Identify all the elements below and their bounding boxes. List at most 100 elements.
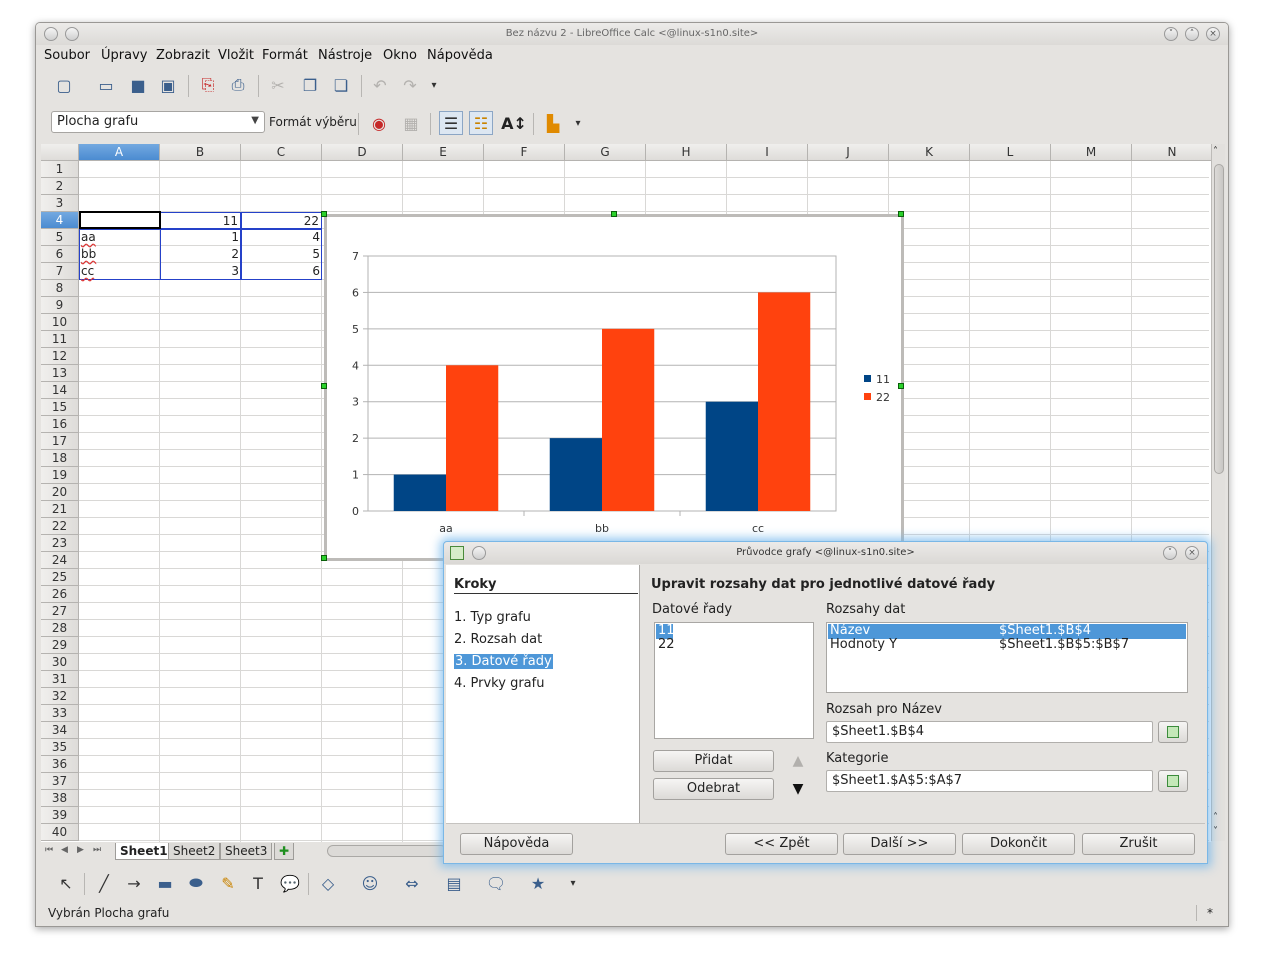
symbol-shapes-icon[interactable]: ☺ <box>358 871 382 895</box>
title-bar[interactable]: Bez názvu 2 - LibreOffice Calc <@linux-s… <box>36 23 1228 45</box>
menu-format[interactable]: Formát <box>262 48 308 63</box>
row-header-17[interactable]: 17 <box>41 433 79 450</box>
row-header-33[interactable]: 33 <box>41 705 79 722</box>
row-header-16[interactable]: 16 <box>41 416 79 433</box>
auto-layout-icon[interactable]: ▙ <box>541 111 565 135</box>
menu-zobrazit[interactable]: Zobrazit <box>156 48 210 63</box>
row-header-27[interactable]: 27 <box>41 603 79 620</box>
cut-icon[interactable]: ✂ <box>266 73 290 97</box>
row-header-3[interactable]: 3 <box>41 195 79 212</box>
block-arrows-icon[interactable]: ⇔ <box>400 871 424 895</box>
column-header-b[interactable]: B <box>160 144 241 161</box>
basic-shapes-icon[interactable]: ◇ <box>316 871 340 895</box>
cell-a5[interactable]: aa <box>79 229 160 246</box>
tab-sheet1[interactable]: Sheet1 <box>115 843 173 860</box>
format-selection-button[interactable]: Formát výběru <box>269 115 357 129</box>
resize-handle-r[interactable] <box>898 383 904 389</box>
row-header-2[interactable]: 2 <box>41 178 79 195</box>
data-series-list[interactable]: 11 22 <box>654 622 814 739</box>
menu-soubor[interactable]: Soubor <box>44 48 90 63</box>
step-chart-elements[interactable]: 4. Prvky grafu <box>454 676 544 691</box>
column-header-e[interactable]: E <box>403 144 484 161</box>
text-icon[interactable]: T <box>246 871 270 895</box>
horizontal-scrollbar[interactable] <box>327 845 447 857</box>
new-document-icon[interactable]: ▢ <box>52 73 76 97</box>
row-header-10[interactable]: 10 <box>41 314 79 331</box>
save-icon[interactable]: ■ <box>126 73 150 97</box>
row-header-21[interactable]: 21 <box>41 501 79 518</box>
resize-handle-bl[interactable] <box>321 555 327 561</box>
cell-a6[interactable]: bb <box>79 246 160 263</box>
stars-icon[interactable]: ★ <box>526 871 550 895</box>
row-header-35[interactable]: 35 <box>41 739 79 756</box>
close-icon[interactable]: × <box>1206 27 1220 41</box>
data-ranges-list[interactable]: Název $Sheet1.$B$4 Hodnoty Y $Sheet1.$B$… <box>826 622 1188 693</box>
resize-handle-tr[interactable] <box>898 211 904 217</box>
row-header-12[interactable]: 12 <box>41 348 79 365</box>
remove-series-button[interactable]: Odebrat <box>653 778 774 800</box>
scale-text-icon[interactable]: A↕ <box>501 111 527 135</box>
column-header-m[interactable]: M <box>1051 144 1132 161</box>
toolbar-overflow-icon-3[interactable]: ▾ <box>568 871 578 895</box>
column-header-l[interactable]: L <box>970 144 1051 161</box>
row-header-29[interactable]: 29 <box>41 637 79 654</box>
row-header-23[interactable]: 23 <box>41 535 79 552</box>
move-down-icon[interactable]: ▼ <box>784 778 812 800</box>
categories-range-input[interactable]: $Sheet1.$A$5:$A$7 <box>826 770 1153 792</box>
prev-sheet-icon[interactable]: ◀ <box>61 845 68 855</box>
series-item-22[interactable]: 22 <box>656 638 812 653</box>
cell-b7[interactable]: 3 <box>160 263 241 280</box>
chart-type-icon[interactable]: ◉ <box>367 111 391 135</box>
cell-a7[interactable]: cc <box>79 263 160 280</box>
menu-vlozit[interactable]: Vložit <box>218 48 254 63</box>
object-select-combo[interactable]: Plocha grafu ▼ <box>51 111 265 133</box>
resize-handle-l[interactable] <box>321 383 327 389</box>
row-header-5[interactable]: 5 <box>41 229 79 246</box>
maximize-icon[interactable]: ˄ <box>1185 27 1199 41</box>
finish-button[interactable]: Dokončit <box>962 833 1075 855</box>
chart-object[interactable]: 0 1 2 3 4 5 6 7 aa bb cc 11 22 <box>324 214 904 561</box>
row-header-24[interactable]: 24 <box>41 552 79 569</box>
menu-okno[interactable]: Okno <box>383 48 417 63</box>
select-pointer-icon[interactable]: ↖ <box>54 871 78 895</box>
select-name-range-button[interactable] <box>1158 721 1188 743</box>
add-sheet-icon[interactable]: ✚ <box>274 843 295 860</box>
column-header-d[interactable]: D <box>322 144 403 161</box>
row-header-36[interactable]: 36 <box>41 756 79 773</box>
line-icon[interactable]: ╱ <box>92 871 116 895</box>
cell-c7[interactable]: 6 <box>241 263 322 280</box>
row-header-20[interactable]: 20 <box>41 484 79 501</box>
scroll-down-icon[interactable]: ˅ <box>1213 826 1218 837</box>
column-header-g[interactable]: G <box>565 144 646 161</box>
row-header-37[interactable]: 37 <box>41 773 79 790</box>
row-header-26[interactable]: 26 <box>41 586 79 603</box>
horizontal-grids-icon[interactable]: ☰ <box>439 111 463 135</box>
callout-icon[interactable]: 💬 <box>278 871 302 895</box>
row-header-32[interactable]: 32 <box>41 688 79 705</box>
column-header-h[interactable]: H <box>646 144 727 161</box>
row-header-19[interactable]: 19 <box>41 467 79 484</box>
column-header-j[interactable]: J <box>808 144 889 161</box>
first-sheet-icon[interactable]: ⏮ <box>45 845 53 855</box>
dialog-title-bar[interactable]: Průvodce grafy <@linux-s1n0.site> ˅ × <box>444 542 1207 564</box>
legend-icon[interactable]: ☷ <box>469 111 493 135</box>
cell-b4[interactable]: 11 <box>160 212 241 229</box>
back-button[interactable]: << Zpět <box>725 833 838 855</box>
add-series-button[interactable]: Přidat <box>653 750 774 772</box>
select-categories-range-button[interactable] <box>1158 770 1188 792</box>
row-header-6[interactable]: 6 <box>41 246 79 263</box>
cell-b6[interactable]: 2 <box>160 246 241 263</box>
cell-b5[interactable]: 1 <box>160 229 241 246</box>
row-header-31[interactable]: 31 <box>41 671 79 688</box>
range-row-values[interactable]: Hodnoty Y $Sheet1.$B$5:$B$7 <box>828 638 1186 653</box>
row-header-28[interactable]: 28 <box>41 620 79 637</box>
row-header-22[interactable]: 22 <box>41 518 79 535</box>
undo-icon[interactable]: ↶ <box>368 73 392 97</box>
scroll-up-icon[interactable]: ˄ <box>1213 146 1218 157</box>
column-header-n[interactable]: N <box>1132 144 1211 161</box>
column-header-f[interactable]: F <box>484 144 565 161</box>
cell-c5[interactable]: 4 <box>241 229 322 246</box>
column-header-k[interactable]: K <box>889 144 970 161</box>
resize-handle-tl[interactable] <box>321 211 327 217</box>
scroll-thumb[interactable] <box>1214 164 1224 474</box>
